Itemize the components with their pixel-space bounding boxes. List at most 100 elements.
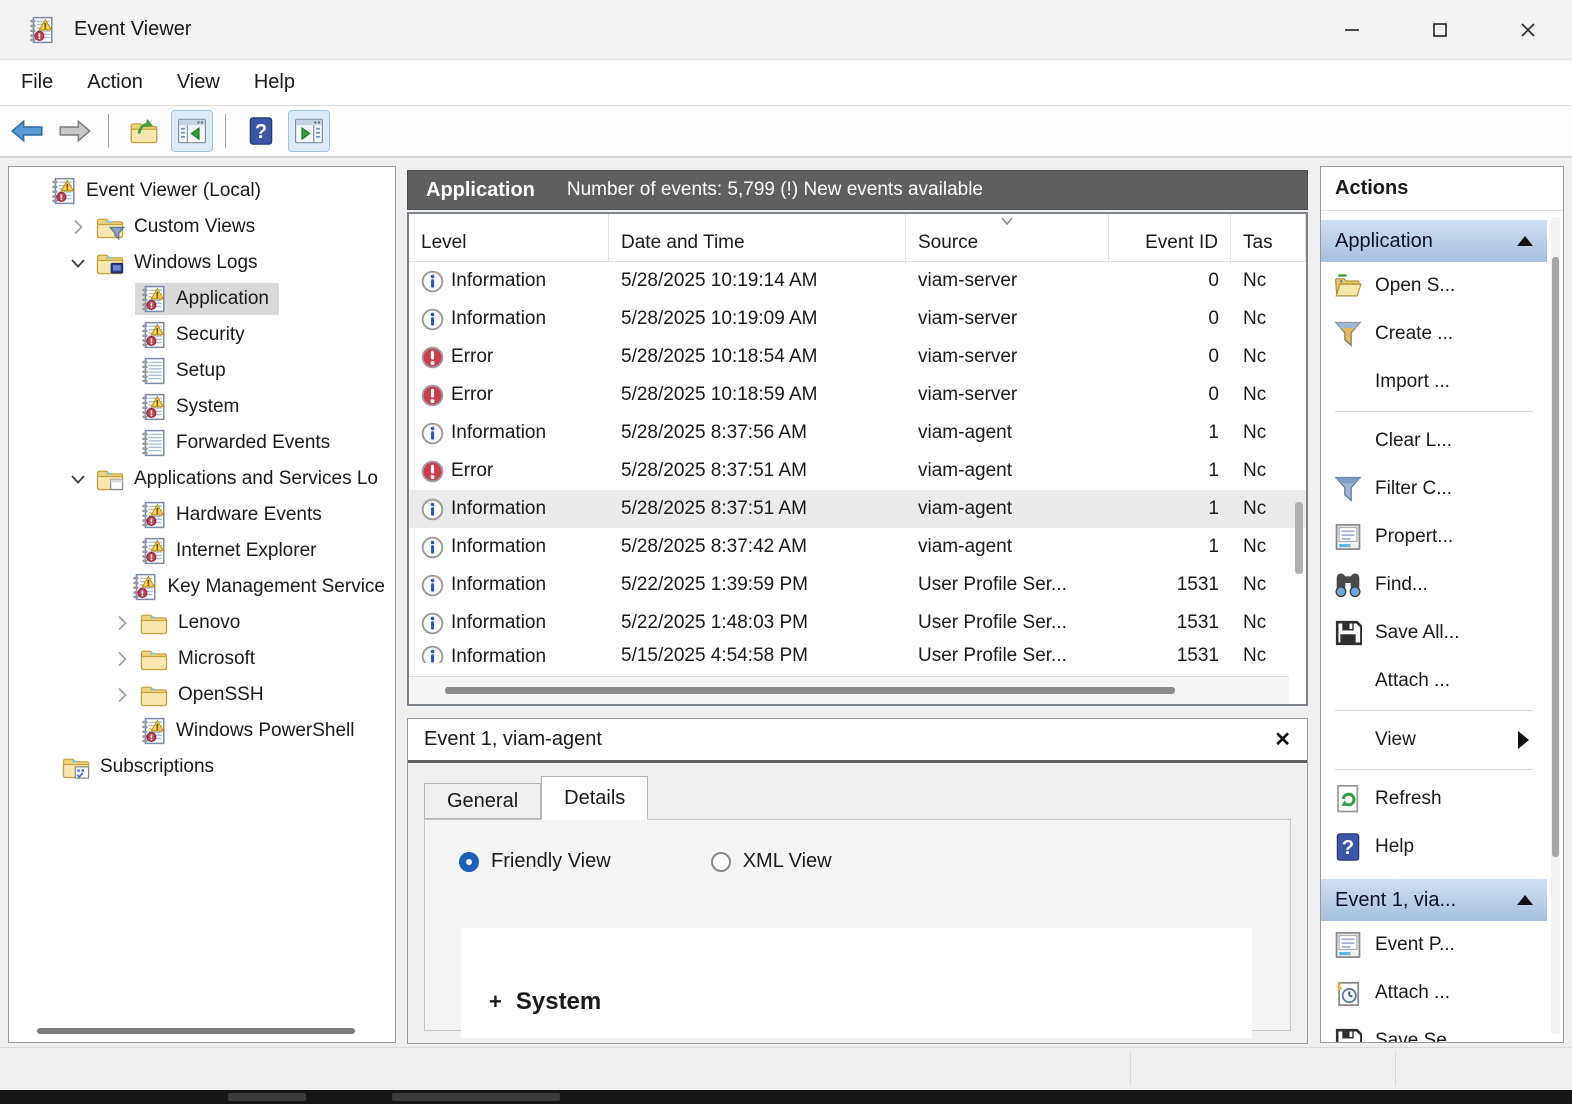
radio-friendly-view[interactable]: Friendly View xyxy=(459,850,611,873)
event-row[interactable]: Information5/28/2025 8:37:56 AMviam-agen… xyxy=(409,414,1306,452)
action-propert[interactable]: Propert... xyxy=(1321,513,1547,561)
radio-button-icon[interactable] xyxy=(711,852,731,872)
cell-event_id: 0 xyxy=(1109,346,1231,368)
column-header-source[interactable]: Source xyxy=(906,214,1109,261)
event-row[interactable]: Information5/28/2025 8:37:51 AMviam-agen… xyxy=(409,490,1306,528)
action-filter-c[interactable]: Filter C... xyxy=(1321,465,1547,513)
menu-action[interactable]: Action xyxy=(70,60,160,105)
column-header-level[interactable]: Level xyxy=(409,214,609,261)
event-row[interactable]: Information5/28/2025 10:19:09 AMviam-ser… xyxy=(409,300,1306,338)
action-help[interactable]: ?Help xyxy=(1321,823,1547,871)
action-view[interactable]: View xyxy=(1321,716,1547,764)
maximize-button[interactable] xyxy=(1396,0,1484,59)
close-button[interactable] xyxy=(1484,0,1572,59)
menu-file[interactable]: File xyxy=(4,60,70,105)
action-attach[interactable]: Attach ... xyxy=(1321,969,1547,1017)
tree-item-openssh[interactable]: OpenSSH xyxy=(9,677,395,713)
actions-section-event-1-via[interactable]: Event 1, via... xyxy=(1321,879,1547,921)
tree-expander[interactable] xyxy=(109,649,135,669)
action-save-se[interactable]: Save Se... xyxy=(1321,1017,1547,1043)
event-row[interactable]: Error5/28/2025 10:18:54 AMviam-server0Nc xyxy=(409,338,1306,376)
cell-level: Error xyxy=(409,384,609,407)
event-table: LevelDate and TimeSourceEvent ID Tas Info… xyxy=(407,212,1308,706)
event-row[interactable]: Information5/15/2025 4:54:58 PMUser Prof… xyxy=(409,642,1306,663)
event-row[interactable]: Error5/28/2025 10:18:59 AMviam-server0Nc xyxy=(409,376,1306,414)
tree-item-event-viewer-local[interactable]: Event Viewer (Local) xyxy=(9,173,395,209)
tree-item-key-management-service[interactable]: Key Management Service xyxy=(9,569,395,605)
tree-item-windows-logs[interactable]: Windows Logs xyxy=(9,245,395,281)
action-create[interactable]: Create ... xyxy=(1321,310,1547,358)
radio-button-icon[interactable] xyxy=(459,852,479,872)
close-icon[interactable]: ✕ xyxy=(1274,727,1291,752)
tree-item-hardware-events[interactable]: Hardware Events xyxy=(9,497,395,533)
tree-item-microsoft[interactable]: Microsoft xyxy=(9,641,395,677)
action-attach[interactable]: Attach ... xyxy=(1321,657,1547,705)
collapse-caret-icon[interactable] xyxy=(1517,895,1533,905)
export-button[interactable] xyxy=(123,110,165,152)
tree-item-system[interactable]: System xyxy=(9,389,395,425)
column-header-date-and-time[interactable]: Date and Time xyxy=(609,214,906,261)
tree-item-lenovo[interactable]: Lenovo xyxy=(9,605,395,641)
minimize-button[interactable] xyxy=(1308,0,1396,59)
column-header-tas[interactable]: Tas xyxy=(1231,214,1306,261)
cell-source: viam-agent xyxy=(906,536,1109,558)
tree-expander[interactable] xyxy=(65,253,91,273)
tab-general[interactable]: General xyxy=(424,783,541,819)
tree-item-windows-powershell[interactable]: Windows PowerShell xyxy=(9,713,395,749)
tree-expander[interactable] xyxy=(109,685,135,705)
column-header-label: Tas xyxy=(1243,232,1273,254)
tree-expander[interactable] xyxy=(65,469,91,489)
action-pane-toggle-button[interactable] xyxy=(288,110,330,152)
tree-item-applications-and-services-lo[interactable]: Applications and Services Lo xyxy=(9,461,395,497)
system-node[interactable]: + System xyxy=(489,988,601,1016)
actions-vertical-scrollbar[interactable] xyxy=(1551,217,1560,1034)
log-banner: Application Number of events: 5,799 (!) … xyxy=(407,170,1308,210)
tree-item-custom-views[interactable]: Custom Views xyxy=(9,209,395,245)
tree-expander[interactable] xyxy=(65,217,91,237)
menu-help[interactable]: Help xyxy=(237,60,312,105)
expand-plus-icon[interactable]: + xyxy=(489,989,502,1015)
tree-expander[interactable] xyxy=(109,613,135,633)
menu-view[interactable]: View xyxy=(160,60,237,105)
table-horizontal-scrollbar[interactable] xyxy=(409,676,1289,704)
tree-item-application[interactable]: Application xyxy=(9,281,395,317)
console-tree-icon xyxy=(176,117,208,145)
tree-item-forwarded-events[interactable]: Forwarded Events xyxy=(9,425,395,461)
event-row[interactable]: Information5/22/2025 1:39:59 PMUser Prof… xyxy=(409,566,1306,604)
cell-event_id: 1531 xyxy=(1109,642,1231,663)
event-row[interactable]: Error5/28/2025 8:37:51 AMviam-agent1Nc xyxy=(409,452,1306,490)
actions-scrollbar-thumb[interactable] xyxy=(1552,257,1559,857)
event-row[interactable]: Information5/28/2025 10:19:14 AMviam-ser… xyxy=(409,262,1306,300)
action-label: Attach ... xyxy=(1375,982,1450,1004)
table-scrollbar-thumb[interactable] xyxy=(445,687,1175,694)
column-header-event-id[interactable]: Event ID xyxy=(1109,214,1231,261)
collapse-caret-icon[interactable] xyxy=(1517,236,1533,246)
toolbar-separator xyxy=(108,114,109,148)
tree-item-security[interactable]: Security xyxy=(9,317,395,353)
action-clear-l[interactable]: Clear L... xyxy=(1321,417,1547,465)
action-import[interactable]: Import ... xyxy=(1321,358,1547,406)
console-tree-toggle-button[interactable] xyxy=(171,110,213,152)
tree-scrollbar-thumb[interactable] xyxy=(37,1028,355,1034)
help-button[interactable]: ? xyxy=(240,110,282,152)
tree-item-label: Microsoft xyxy=(178,648,255,670)
tree-item-setup[interactable]: Setup xyxy=(9,353,395,389)
action-refresh[interactable]: Refresh xyxy=(1321,775,1547,823)
action-open-s[interactable]: Open S... xyxy=(1321,262,1547,310)
tree-horizontal-scrollbar[interactable] xyxy=(9,1024,395,1038)
action-save-all[interactable]: Save All... xyxy=(1321,609,1547,657)
event-row[interactable]: Information5/28/2025 8:37:42 AMviam-agen… xyxy=(409,528,1306,566)
tree-item-subscriptions[interactable]: Subscriptions xyxy=(9,749,395,785)
cell-source: User Profile Ser... xyxy=(906,642,1109,663)
action-find[interactable]: Find... xyxy=(1321,561,1547,609)
actions-section-application[interactable]: Application xyxy=(1321,220,1547,262)
event-row[interactable]: Information5/22/2025 1:48:03 PMUser Prof… xyxy=(409,604,1306,642)
forward-button[interactable] xyxy=(54,110,96,152)
back-button[interactable] xyxy=(6,110,48,152)
tree-item-internet-explorer[interactable]: Internet Explorer xyxy=(9,533,395,569)
tree-item-label: OpenSSH xyxy=(178,684,264,706)
tab-details[interactable]: Details xyxy=(541,776,648,820)
radio-xml-view[interactable]: XML View xyxy=(711,850,832,873)
action-event-p[interactable]: Event P... xyxy=(1321,921,1547,969)
table-vertical-scrollbar-thumb[interactable] xyxy=(1295,502,1303,574)
